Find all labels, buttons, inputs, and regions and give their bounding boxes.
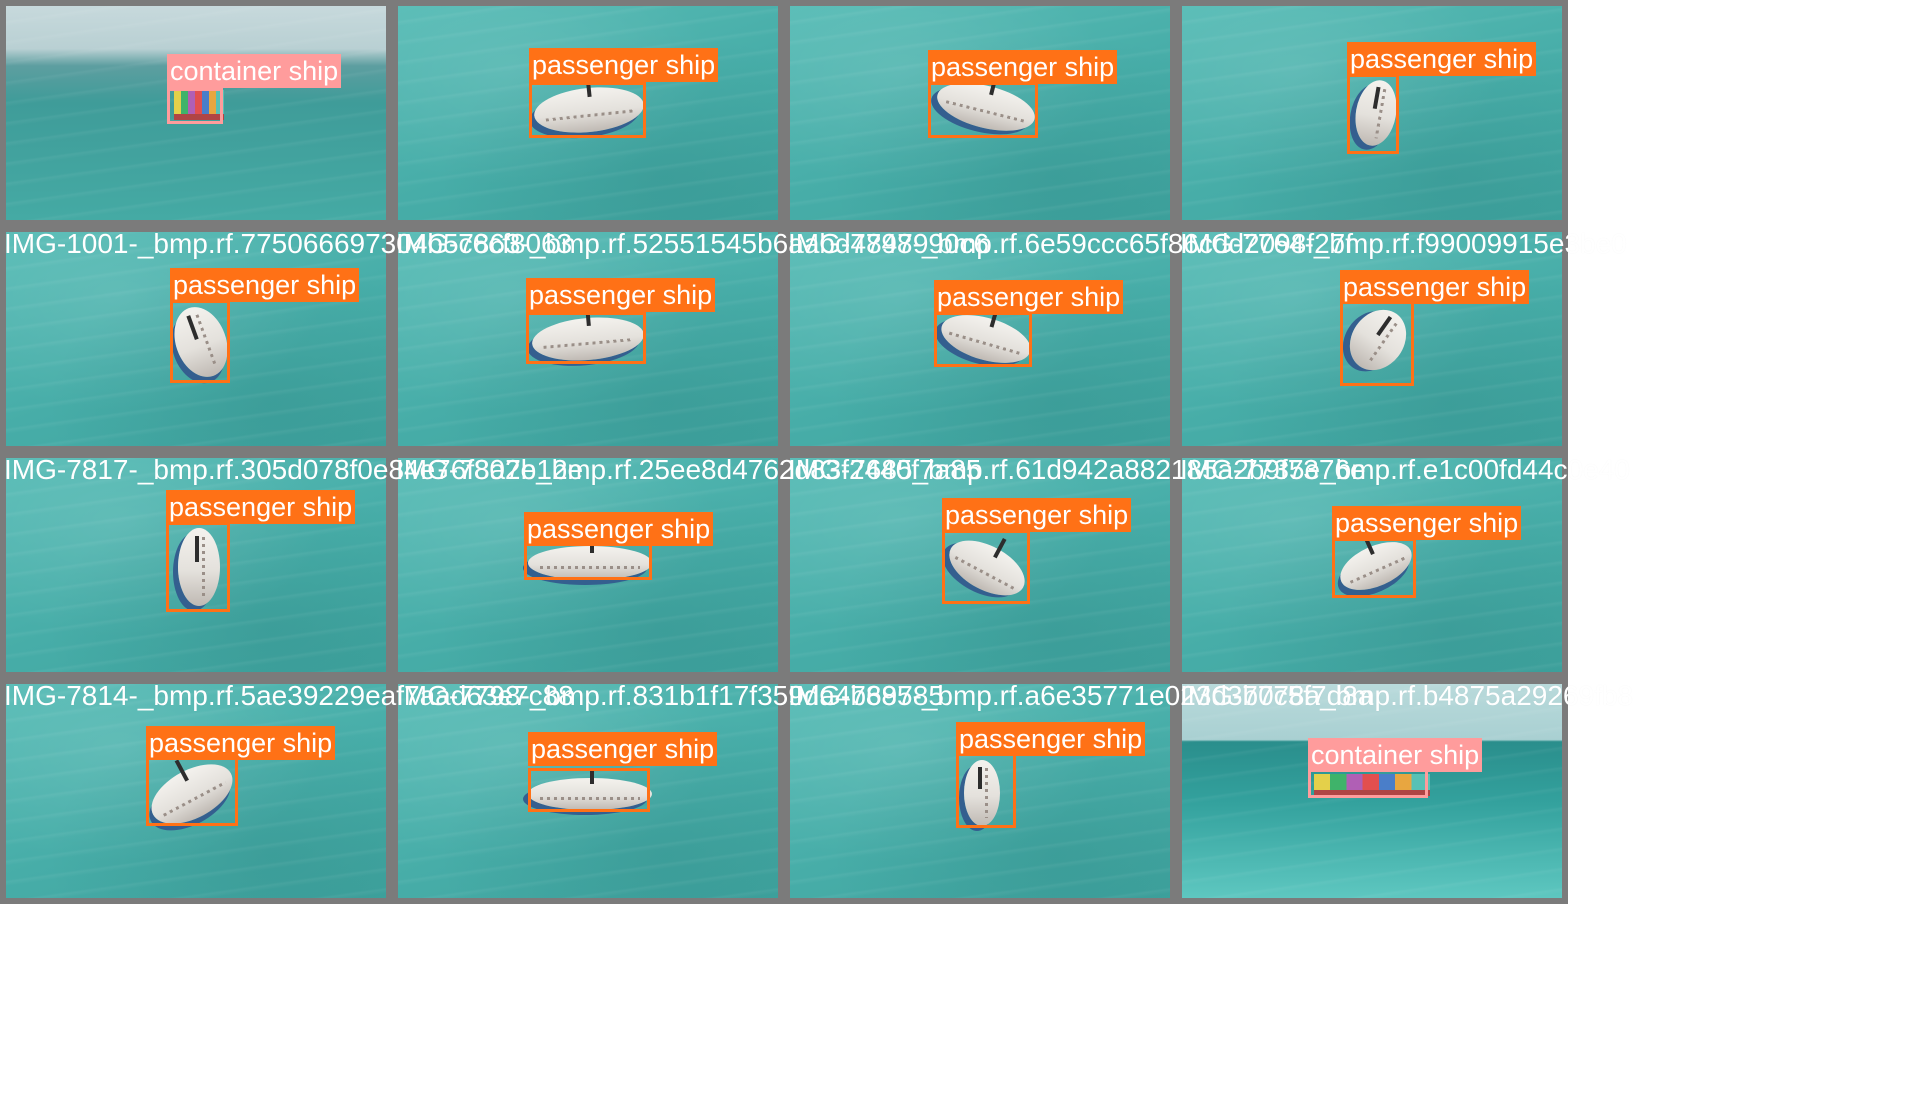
- detection-label: passenger ship: [146, 726, 336, 760]
- detection-label: passenger ship: [529, 48, 719, 82]
- image-tile[interactable]: passenger ship: [392, 0, 784, 226]
- detection-label: passenger ship: [942, 498, 1132, 532]
- image-filename: IMG-7764-_bmp.rf.f99009915e3be0: [1180, 228, 1627, 259]
- detection-mosaic: container ship passenger ship passenger …: [0, 0, 1920, 1108]
- image-tile[interactable]: passenger ship: [1176, 0, 1568, 226]
- image-filename: IMG-7778a_bmp.rf.b4875a29269fb8: [1180, 680, 1633, 711]
- bounding-box: [529, 82, 646, 138]
- detection-label: container ship: [1308, 738, 1483, 772]
- bounding-box: [528, 768, 650, 812]
- bounding-box: [1347, 74, 1399, 154]
- detection-label: passenger ship: [934, 280, 1124, 314]
- detection-label: passenger ship: [956, 722, 1146, 756]
- detection-label: passenger ship: [170, 268, 360, 302]
- bounding-box: [1332, 538, 1416, 598]
- image-filename: IMG-7735e_bmp.rf.e1c00fd44c0e40: [1180, 454, 1630, 485]
- detection-label: passenger ship: [1347, 42, 1537, 76]
- detection-label: passenger ship: [526, 278, 716, 312]
- detection-label: passenger ship: [528, 732, 718, 766]
- bounding-box: [146, 756, 238, 826]
- image-tile[interactable]: container ship: [0, 0, 392, 226]
- detection-label: container ship: [167, 54, 342, 88]
- image-tile[interactable]: passenger ship: [784, 0, 1176, 226]
- bounding-box: [526, 312, 646, 364]
- detection-label: passenger ship: [1340, 270, 1530, 304]
- bounding-box: [166, 522, 230, 612]
- bounding-box: [167, 88, 223, 124]
- detection-label: passenger ship: [166, 490, 356, 524]
- bounding-box: [524, 540, 652, 580]
- detection-label: passenger ship: [1332, 506, 1522, 540]
- detection-label: passenger ship: [928, 50, 1118, 84]
- bounding-box: [1340, 300, 1414, 386]
- bounding-box: [934, 312, 1032, 367]
- bounding-box: [928, 82, 1038, 138]
- bounding-box: [956, 752, 1016, 828]
- detection-label: passenger ship: [524, 512, 714, 546]
- bounding-box: [1308, 768, 1428, 798]
- bounding-box: [942, 530, 1030, 604]
- bounding-box: [170, 300, 230, 383]
